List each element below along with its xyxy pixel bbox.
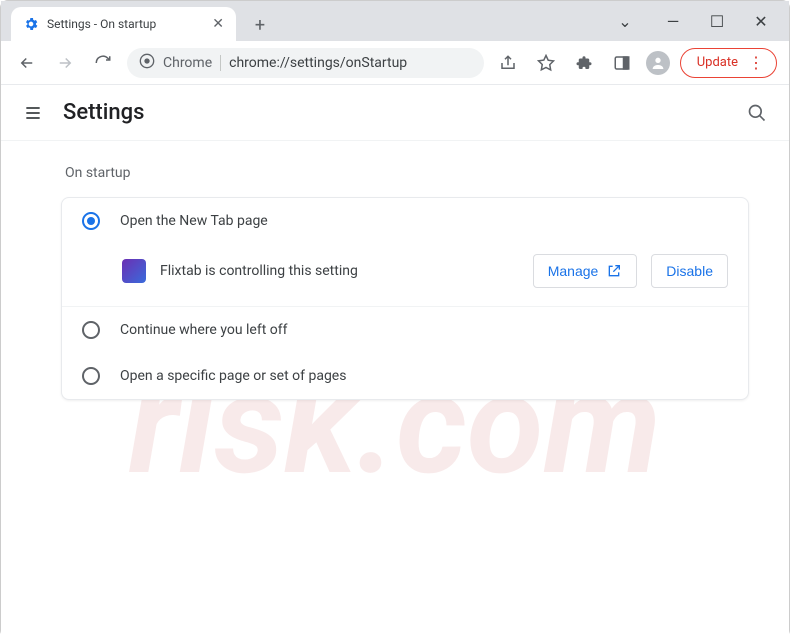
section-title: On startup — [61, 165, 749, 181]
radio-option-specific-pages[interactable]: Open a specific page or set of pages — [62, 353, 748, 399]
manage-label: Manage — [548, 263, 599, 279]
settings-body: On startup Open the New Tab page Flixtab… — [1, 141, 789, 400]
startup-options-card: Open the New Tab page Flixtab is control… — [61, 197, 749, 400]
update-button[interactable]: Update ⋮ — [680, 48, 777, 78]
extension-notice: Flixtab is controlling this setting Mana… — [62, 244, 748, 307]
browser-toolbar: Chrome chrome://settings/onStartup Updat… — [1, 41, 789, 85]
menu-dots-icon[interactable]: ⋮ — [748, 55, 764, 71]
manage-button[interactable]: Manage — [533, 254, 638, 288]
search-icon[interactable] — [745, 101, 769, 125]
profile-avatar[interactable] — [646, 51, 670, 75]
settings-header: Settings — [1, 85, 789, 141]
tab-search-chevron-icon[interactable]: ⌄ — [605, 6, 645, 36]
url-divider — [220, 55, 221, 71]
radio-option-new-tab[interactable]: Open the New Tab page — [62, 198, 748, 244]
address-bar[interactable]: Chrome chrome://settings/onStartup — [127, 48, 484, 78]
update-label: Update — [697, 55, 738, 70]
window-titlebar: Settings - On startup ✕ + ⌄ — ☐ ✕ — [1, 1, 789, 41]
url-scheme: Chrome — [163, 55, 212, 71]
radio-unchecked-icon — [82, 367, 100, 385]
radio-unchecked-icon — [82, 321, 100, 339]
bookmark-star-icon[interactable] — [532, 49, 560, 77]
extension-badge-icon — [122, 259, 146, 283]
gear-icon — [23, 16, 39, 32]
maximize-button[interactable]: ☐ — [697, 6, 737, 36]
radio-label: Open a specific page or set of pages — [120, 368, 346, 384]
close-window-button[interactable]: ✕ — [741, 6, 781, 36]
disable-label: Disable — [666, 263, 713, 279]
url-path: chrome://settings/onStartup — [229, 55, 407, 71]
radio-checked-icon — [82, 212, 100, 230]
hamburger-menu-icon[interactable] — [21, 101, 45, 125]
tab-title: Settings - On startup — [47, 17, 204, 31]
new-tab-button[interactable]: + — [246, 11, 274, 39]
extension-notice-text: Flixtab is controlling this setting — [160, 263, 519, 279]
extensions-puzzle-icon[interactable] — [570, 49, 598, 77]
content-area: PC risk.com Settings On startup Open the… — [1, 85, 789, 639]
disable-button[interactable]: Disable — [651, 254, 728, 288]
chrome-site-icon — [139, 53, 155, 73]
radio-label: Open the New Tab page — [120, 213, 268, 229]
minimize-button[interactable]: — — [653, 6, 693, 36]
radio-option-continue[interactable]: Continue where you left off — [62, 307, 748, 353]
close-tab-icon[interactable]: ✕ — [212, 16, 224, 32]
side-panel-icon[interactable] — [608, 49, 636, 77]
share-icon[interactable] — [494, 49, 522, 77]
window-controls: ⌄ — ☐ ✕ — [605, 1, 781, 41]
forward-button[interactable] — [51, 49, 79, 77]
page-title: Settings — [63, 100, 144, 125]
radio-label: Continue where you left off — [120, 322, 288, 338]
back-button[interactable] — [13, 49, 41, 77]
browser-tab[interactable]: Settings - On startup ✕ — [11, 7, 236, 41]
reload-button[interactable] — [89, 49, 117, 77]
external-link-icon — [606, 263, 622, 279]
